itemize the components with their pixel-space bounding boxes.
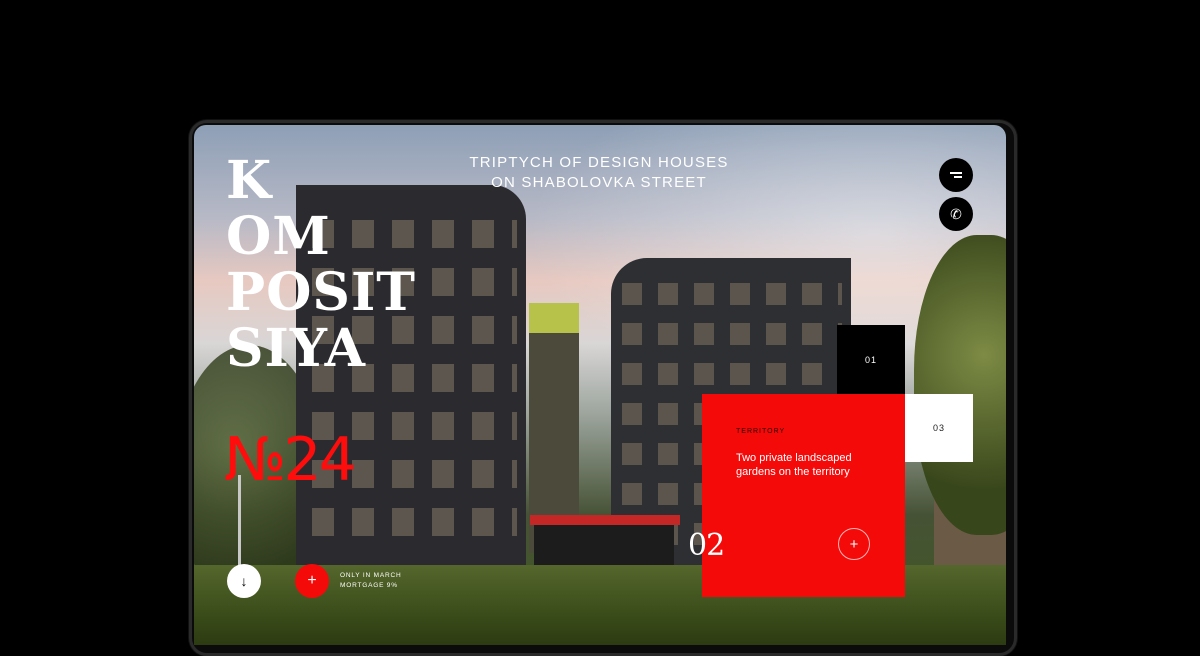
slide-tab-label: 03 [932, 423, 945, 433]
slide-tab-03[interactable]: 03 [905, 394, 973, 462]
logo-line: SIYA [226, 318, 367, 379]
menu-icon [950, 170, 962, 180]
phone-button[interactable]: ✆ [939, 197, 973, 231]
logo-line: OM [226, 206, 331, 267]
feature-card[interactable]: TERRITORY Two private landscaped gardens… [688, 394, 905, 597]
feature-card-expand-button[interactable]: + [838, 528, 870, 560]
menu-button[interactable] [939, 158, 973, 192]
tagline-line-2: ON SHABOLOVKA STREET [491, 174, 707, 191]
slide-tab-label: 01 [864, 355, 877, 365]
scroll-down-button[interactable]: ↓ [227, 564, 261, 598]
slide-tab-01[interactable]: 01 [837, 325, 905, 395]
plus-icon: + [307, 572, 317, 589]
promo-line-1: ONLY IN MARCH [340, 572, 402, 579]
arrow-down-icon: ↓ [240, 573, 248, 589]
logo-line: POSIT [226, 262, 416, 323]
feature-card-number: 02 [688, 528, 725, 563]
tagline-line-1: TRIPTYCH OF DESIGN HOUSES [469, 154, 729, 171]
building-middle-top [529, 303, 579, 333]
entrance-lobby [534, 525, 674, 565]
logo-number: №24 [224, 425, 357, 495]
phone-icon: ✆ [950, 205, 962, 222]
feature-card-label: TERRITORY [736, 428, 786, 435]
feature-card-text: Two private landscaped gardens on the te… [736, 452, 852, 478]
promo-line-2: MORTGAGE 9% [340, 582, 398, 589]
hero-screen: K OM POSIT SIYA №24 TRIPTYCH OF DESIGN H… [194, 125, 1006, 645]
entrance-canopy [530, 515, 680, 525]
promo-text[interactable]: ONLY IN MARCH MORTGAGE 9% [340, 571, 401, 591]
brand-logo[interactable]: K OM POSIT SIYA [226, 153, 416, 377]
promo-plus-button[interactable]: + [295, 564, 329, 598]
logo-line: K [226, 150, 273, 211]
tagline: TRIPTYCH OF DESIGN HOUSES ON SHABOLOVKA … [454, 153, 744, 193]
plus-icon: + [849, 535, 859, 553]
